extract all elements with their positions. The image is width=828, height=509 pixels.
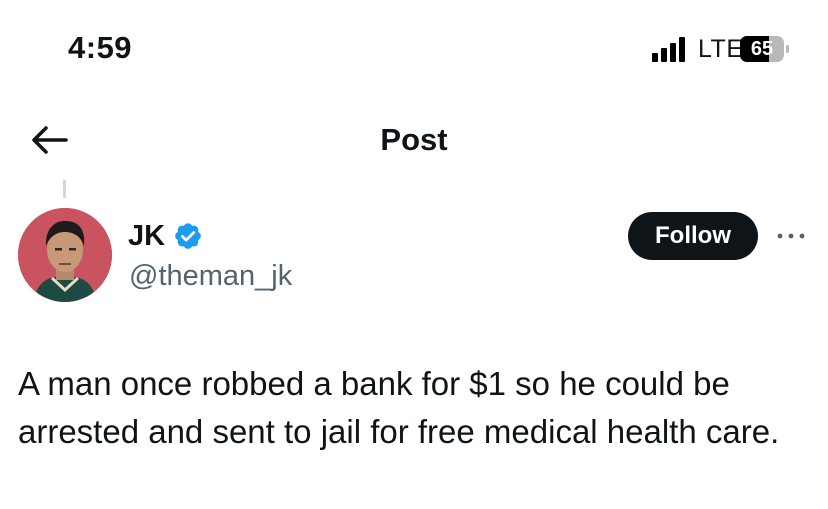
page-title: Post: [380, 122, 448, 157]
top-nav: Post: [0, 110, 828, 170]
signal-strength-icon: [652, 36, 692, 62]
avatar-portrait: [18, 208, 112, 302]
verified-badge-icon: [175, 223, 201, 249]
battery-icon: 65: [740, 36, 789, 62]
author-name-row: JK: [128, 218, 203, 254]
status-bar: 4:59 LTE 65: [0, 0, 828, 100]
author-handle[interactable]: @theman_jk: [129, 260, 292, 293]
thread-connector-line: [63, 180, 66, 198]
more-options-button[interactable]: [774, 222, 808, 250]
author-display-name[interactable]: JK: [128, 220, 165, 253]
network-type: LTE: [698, 35, 744, 63]
battery-percent: 65: [750, 38, 774, 60]
follow-button[interactable]: Follow: [628, 212, 758, 260]
post-text: A man once robbed a bank for $1 so he co…: [18, 365, 780, 450]
status-time: 4:59: [68, 30, 133, 65]
avatar[interactable]: [18, 208, 112, 302]
more-horizontal-icon: [777, 233, 805, 239]
